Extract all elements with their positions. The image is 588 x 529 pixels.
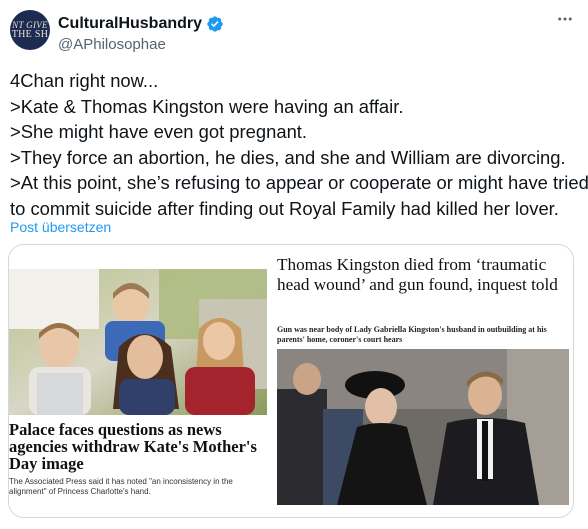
tweet-line: >She might have even got pregnant. [10,121,308,142]
right-standfirst: Gun was near body of Lady Gabriella King… [277,325,547,344]
media-panel-right[interactable]: Thomas Kingston died from ‘traumatic hea… [269,245,573,517]
tweet-line: >At this point, she’s refusing to appear… [10,172,588,193]
media-attachment[interactable]: Palace faces questions as news agencies … [8,244,574,518]
left-headline: Palace faces questions as news agencies … [9,420,257,473]
translate-post-link[interactable]: Post übersetzen [10,218,111,236]
tweet-text: 4Chan right now... >Kate & Thomas Kingst… [10,68,588,221]
media-panel-left[interactable]: Palace faces questions as news agencies … [9,245,267,517]
more-options-icon[interactable] [556,10,574,33]
family-photo [9,269,267,415]
tweet-line: >They force an abortion, he dies, and sh… [10,146,566,168]
tweet-line: 4Chan right now... [10,70,159,91]
author-name-row[interactable]: CulturalHusbandry [58,14,224,34]
author-handle[interactable]: @APhilosophae [58,36,166,54]
left-standfirst: The Associated Press said it has noted "… [9,477,233,496]
verified-badge-icon [206,15,224,33]
tweet-line: >Kate & Thomas Kingston were having an a… [10,95,404,117]
avatar-text-line-2: THE SH [11,29,49,40]
funeral-photo [277,349,569,505]
avatar[interactable]: NT GIVE THE SH [10,10,50,50]
display-name[interactable]: CulturalHusbandry [58,14,202,34]
right-headline: Thomas Kingston died from ‘traumatic hea… [277,255,558,294]
